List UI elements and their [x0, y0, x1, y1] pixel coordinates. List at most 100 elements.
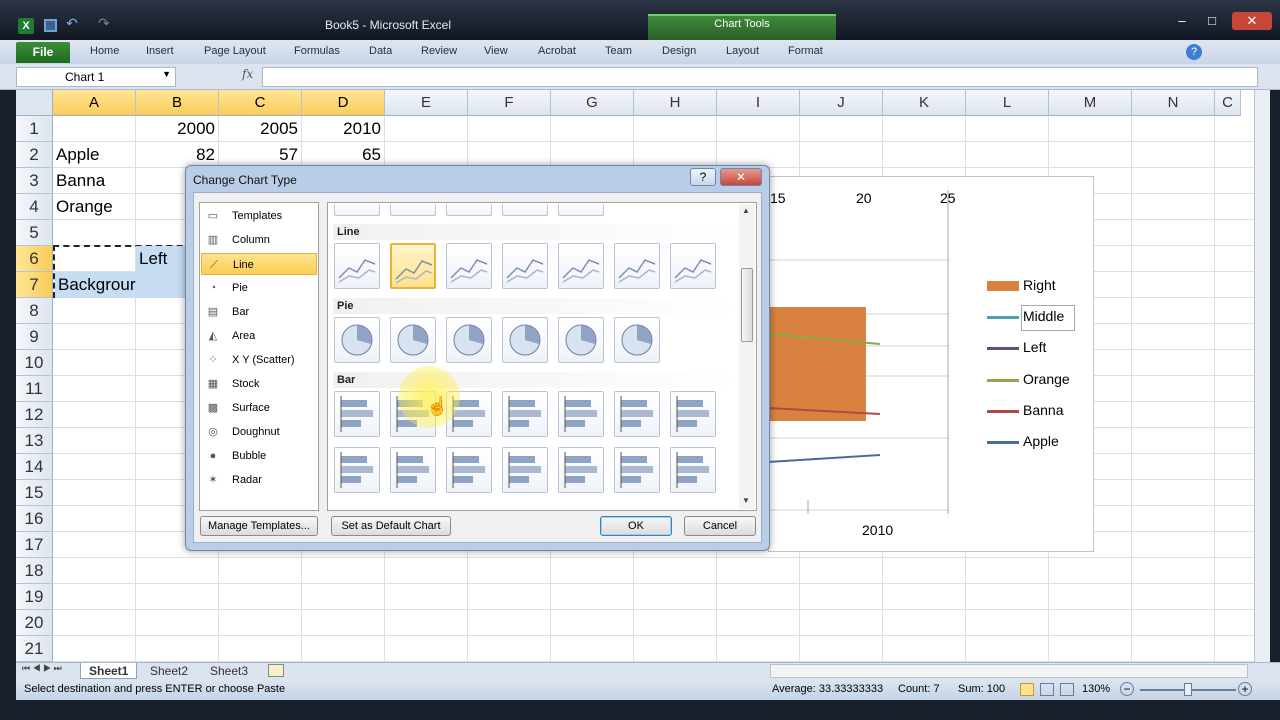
category-surface[interactable]: ▩ Surface — [201, 397, 317, 419]
column-header-C[interactable]: C — [219, 90, 302, 116]
sheet-tab-1[interactable]: Sheet1 — [80, 663, 138, 679]
category-x-y-scatter-[interactable]: ⁘ X Y (Scatter) — [201, 349, 317, 371]
column-header-H[interactable]: H — [634, 90, 717, 116]
bar-subtype-4[interactable] — [502, 391, 548, 437]
ok-button[interactable]: OK — [600, 516, 672, 536]
name-box[interactable]: Chart 1 ▼ — [16, 67, 176, 87]
bar-subtype-11[interactable] — [502, 447, 548, 493]
category-bar[interactable]: ▤ Bar — [201, 301, 317, 323]
category-area[interactable]: ◭ Area — [201, 325, 317, 347]
row-header-5[interactable]: 5 — [16, 220, 53, 246]
zoom-in-icon[interactable]: + — [1238, 682, 1252, 696]
pie-subtype-6[interactable] — [614, 317, 660, 363]
page-layout-view-icon[interactable] — [1040, 683, 1054, 696]
scroll-up-icon[interactable]: ▲ — [742, 206, 750, 215]
close-icon[interactable]: ✕ — [1232, 12, 1272, 30]
category-line[interactable]: ⟋ Line — [201, 253, 317, 275]
legend-label-right[interactable]: Right — [1023, 277, 1056, 293]
pie-subtype-4[interactable] — [502, 317, 548, 363]
bar-subtype-7[interactable] — [670, 391, 716, 437]
tab-insert[interactable]: Insert — [146, 45, 174, 57]
bar-subtype-9[interactable] — [390, 447, 436, 493]
normal-view-icon[interactable] — [1020, 683, 1034, 696]
category-bubble[interactable]: ● Bubble — [201, 445, 317, 467]
series-apple-line[interactable] — [768, 454, 881, 463]
partial-thumb[interactable] — [446, 204, 492, 216]
line-subtype-7[interactable] — [670, 243, 716, 289]
cell-B6[interactable]: Left — [136, 246, 186, 272]
gallery-scrollbar[interactable] — [739, 204, 755, 509]
category-pie[interactable]: ◔ Pie — [201, 277, 317, 299]
formula-input[interactable] — [262, 67, 1258, 87]
tab-home[interactable]: Home — [90, 45, 119, 57]
tab-page-layout[interactable]: Page Layout — [204, 45, 266, 57]
manage-templates-button[interactable]: Manage Templates... — [200, 516, 318, 536]
column-header-B[interactable]: B — [136, 90, 219, 116]
line-subtype-6[interactable] — [614, 243, 660, 289]
row-header-15[interactable]: 15 — [16, 480, 53, 506]
sheet-nav-arrows-icon[interactable]: ⏮ ◀ ▶ ⏭ — [22, 663, 62, 674]
help-icon[interactable]: ? — [1186, 44, 1202, 60]
bar-subtype-10[interactable] — [446, 447, 492, 493]
tab-file[interactable]: File — [16, 42, 70, 63]
column-header-A[interactable]: A — [53, 90, 136, 116]
column-header-F[interactable]: F — [468, 90, 551, 116]
line-subtype-3[interactable] — [446, 243, 492, 289]
pie-subtype-1[interactable] — [334, 317, 380, 363]
tab-acrobat[interactable]: Acrobat — [538, 45, 576, 57]
tab-view[interactable]: View — [484, 45, 508, 57]
cell-A4[interactable]: Orange — [53, 194, 135, 220]
column-header-E[interactable]: E — [385, 90, 468, 116]
select-all-corner[interactable] — [16, 90, 53, 116]
row-header-17[interactable]: 17 — [16, 532, 53, 558]
row-header-9[interactable]: 9 — [16, 324, 53, 350]
tab-format[interactable]: Format — [788, 45, 823, 57]
column-header-D[interactable]: D — [302, 90, 385, 116]
page-break-view-icon[interactable] — [1060, 683, 1074, 696]
row-header-16[interactable]: 16 — [16, 506, 53, 532]
row-header-11[interactable]: 11 — [16, 376, 53, 402]
row-header-19[interactable]: 19 — [16, 584, 53, 610]
cell-C1[interactable]: 2005 — [219, 116, 301, 142]
bar-subtype-1[interactable] — [334, 391, 380, 437]
vertical-scrollbar[interactable] — [1254, 90, 1270, 662]
row-header-4[interactable]: 4 — [16, 194, 53, 220]
tab-layout[interactable]: Layout — [726, 45, 759, 57]
zoom-out-icon[interactable]: − — [1120, 682, 1134, 696]
column-header-G[interactable]: G — [551, 90, 634, 116]
category-doughnut[interactable]: ◎ Doughnut — [201, 421, 317, 443]
series-right-bar[interactable] — [768, 307, 866, 421]
pie-subtype-3[interactable] — [446, 317, 492, 363]
line-subtype-5[interactable] — [558, 243, 604, 289]
legend-label-orange[interactable]: Orange — [1023, 371, 1070, 387]
category-column[interactable]: ▥ Column — [201, 229, 317, 251]
row-header-8[interactable]: 8 — [16, 298, 53, 324]
column-header-J[interactable]: J — [800, 90, 883, 116]
row-header-7[interactable]: 7 — [16, 272, 53, 298]
partial-thumb[interactable] — [390, 204, 436, 216]
legend-label-left[interactable]: Left — [1023, 339, 1046, 355]
cell-A2[interactable]: Apple — [53, 142, 135, 168]
tab-review[interactable]: Review — [421, 45, 457, 57]
maximize-icon[interactable]: □ — [1198, 12, 1226, 30]
category-templates[interactable]: ▭ Templates — [201, 205, 317, 227]
tab-design[interactable]: Design — [662, 45, 696, 57]
set-default-chart-button[interactable]: Set as Default Chart — [331, 516, 451, 536]
insert-sheet-icon[interactable] — [268, 664, 284, 677]
line-subtype-2[interactable] — [390, 243, 436, 289]
bar-subtype-5[interactable] — [558, 391, 604, 437]
bar-subtype-8[interactable] — [334, 447, 380, 493]
zoom-slider-thumb[interactable] — [1184, 683, 1192, 696]
column-header-K[interactable]: K — [883, 90, 966, 116]
tab-team[interactable]: Team — [605, 45, 632, 57]
line-subtype-1[interactable] — [334, 243, 380, 289]
fx-icon[interactable]: fx — [180, 67, 260, 87]
minimize-icon[interactable]: – — [1168, 12, 1196, 30]
category-radar[interactable]: ✶ Radar — [201, 469, 317, 491]
legend-label-apple[interactable]: Apple — [1023, 433, 1059, 449]
cell-A3[interactable]: Banna — [53, 168, 135, 194]
dialog-close-button[interactable]: ✕ — [720, 168, 762, 186]
zoom-level[interactable]: 130% — [1082, 683, 1110, 695]
cell-A7[interactable]: Backgrour — [55, 272, 187, 298]
pie-subtype-2[interactable] — [390, 317, 436, 363]
